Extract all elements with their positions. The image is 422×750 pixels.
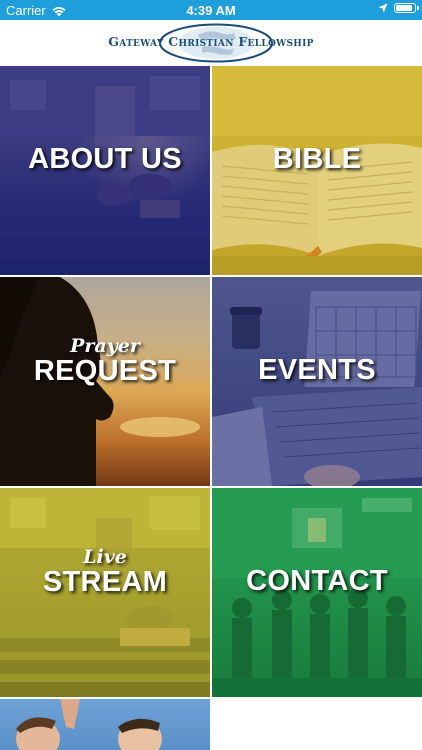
app-header: Gateway Christian Fellowship	[0, 20, 422, 66]
tile-label: EVENTS	[258, 354, 376, 386]
tile-label: CONTACT	[246, 565, 388, 597]
status-bar: Carrier 4:39 AM	[0, 0, 422, 20]
menu-grid: ABOUT US BIBLE Prayer REQUEST EVENTS Liv…	[0, 66, 422, 750]
tile-script-label: Live	[83, 546, 127, 568]
tile-about-us[interactable]: ABOUT US	[0, 66, 210, 275]
tile-script-label: Prayer	[70, 335, 140, 357]
tile-label: BIBLE	[272, 143, 362, 175]
tile-label: STREAM	[42, 566, 168, 598]
tile-label: ABOUT US	[28, 143, 182, 175]
battery-fill	[396, 5, 412, 11]
logo-text: Gateway Christian Fellowship	[108, 34, 314, 49]
status-time: 4:39 AM	[186, 3, 236, 18]
tile-contact[interactable]: CONTACT	[212, 488, 422, 697]
tile-youth[interactable]	[0, 699, 210, 750]
tile-bible[interactable]: BIBLE	[212, 66, 422, 275]
location-arrow-icon	[378, 3, 388, 13]
battery-icon	[394, 3, 419, 13]
tile-events[interactable]: EVENTS	[212, 277, 422, 486]
youth-group-image	[0, 699, 210, 750]
tile-prayer-request[interactable]: Prayer REQUEST	[0, 277, 210, 486]
tile-live-stream[interactable]: Live STREAM	[0, 488, 210, 697]
status-indicators	[378, 3, 419, 13]
tile-label: REQUEST	[33, 355, 177, 387]
